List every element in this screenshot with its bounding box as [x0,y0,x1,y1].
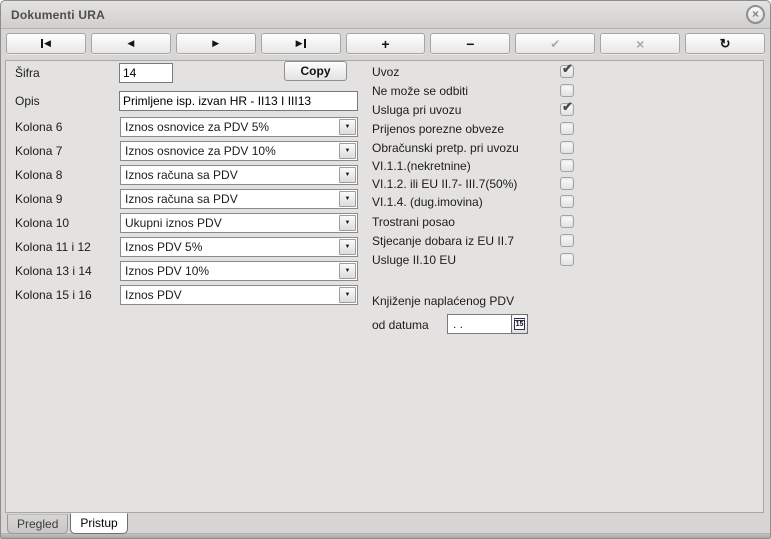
check-icon: ✔ [562,100,573,113]
detail-panel: Šifra Copy Opis Kolona 6 Iznos osnovice … [5,60,764,513]
usluga-pri-uvozu-label: Usluga pri uvozu [372,103,461,117]
record-navigator-toolbar: ◀ ◀ ▶ ▶ + − ✔ × ↻ [6,33,765,54]
calendar-icon: 15 [514,318,525,330]
chevron-down-icon[interactable]: ▼ [339,215,356,231]
minus-icon: − [466,37,474,51]
copy-button[interactable]: Copy [284,61,347,81]
first-bar-icon [41,39,43,48]
insert-record-button[interactable]: + [346,33,426,54]
prior-record-icon: ◀ [127,39,134,48]
kolona13-14-value: Iznos PDV 10% [125,264,209,278]
kolona8-value: Iznos računa sa PDV [125,168,238,182]
date-value: . . [453,317,463,331]
kolona11-12-label: Kolona 11 i 12 [15,240,91,254]
first-record-icon: ◀ [44,39,51,48]
kolona6-label: Kolona 6 [15,120,62,134]
kolona8-label: Kolona 8 [15,168,62,182]
nav-prior-button[interactable]: ◀ [91,33,171,54]
kolona10-value: Ukupni iznos PDV [125,216,222,230]
title-bar: Dokumenti URA × [1,1,770,29]
chevron-down-icon[interactable]: ▼ [339,287,356,303]
ne-moze-se-odbiti-checkbox[interactable] [560,84,574,97]
kolona7-label: Kolona 7 [15,144,62,158]
uvoz-checkbox[interactable]: ✔ [560,65,574,78]
opis-label: Opis [15,94,40,108]
chevron-down-icon[interactable]: ▼ [339,119,356,135]
kolona11-12-value: Iznos PDV 5% [125,240,202,254]
kolona15-16-label: Kolona 15 i 16 [15,288,92,302]
uvoz-label: Uvoz [372,65,399,79]
refresh-button[interactable]: ↻ [685,33,765,54]
plus-icon: + [381,37,389,51]
nav-next-button[interactable]: ▶ [176,33,256,54]
vi12-eu-checkbox[interactable] [560,177,574,190]
kolona11-12-select[interactable]: Iznos PDV 5% ▼ [120,237,358,257]
vi11-nekretnine-label: VI.1.1.(nekretnine) [372,159,471,173]
kolona10-label: Kolona 10 [15,216,69,230]
kolona13-14-label: Kolona 13 i 14 [15,264,92,278]
od-datuma-label: od datuma [372,318,429,332]
next-record-icon: ▶ [212,39,219,48]
knjizenje-heading: Knjiženje naplaćenog PDV [372,294,514,308]
usluga-pri-uvozu-checkbox[interactable]: ✔ [560,103,574,116]
chevron-down-icon[interactable]: ▼ [339,239,356,255]
kolona9-select[interactable]: Iznos računa sa PDV ▼ [120,189,358,209]
last-record-icon: ▶ [296,39,303,48]
kolona7-select[interactable]: Iznos osnovice za PDV 10% ▼ [120,141,358,161]
prijenos-porezne-obveze-checkbox[interactable] [560,122,574,135]
kolona6-select[interactable]: Iznos osnovice za PDV 5% ▼ [120,117,358,137]
nav-last-button[interactable]: ▶ [261,33,341,54]
sifra-label: Šifra [15,66,40,80]
kolona6-value: Iznos osnovice za PDV 5% [125,120,269,134]
stjecanje-dobara-checkbox[interactable] [560,234,574,247]
checkmark-icon: ✔ [550,38,560,50]
vi11-nekretnine-checkbox[interactable] [560,159,574,172]
cross-icon: × [636,37,644,51]
refresh-icon: ↻ [720,37,731,50]
ne-moze-se-odbiti-label: Ne može se odbiti [372,84,468,98]
post-record-button[interactable]: ✔ [515,33,595,54]
vi12-eu-label: VI.1.2. ili EU II.7- III.7(50%) [372,177,517,191]
check-icon: ✔ [562,62,573,75]
obracunski-pretp-label: Obračunski pretp. pri uvozu [372,141,519,155]
stjecanje-dobara-label: Stjecanje dobara iz EU II.7 [372,234,514,248]
kolona10-select[interactable]: Ukupni iznos PDV ▼ [120,213,358,233]
kolona15-16-value: Iznos PDV [125,288,182,302]
tab-pregled[interactable]: Pregled [7,514,68,534]
chevron-down-icon[interactable]: ▼ [339,167,356,183]
trostrani-posao-checkbox[interactable] [560,215,574,228]
usluge-ii10-eu-checkbox[interactable] [560,253,574,266]
bottom-tab-bar: Pregled Pristup [7,514,128,534]
kolona9-value: Iznos računa sa PDV [125,192,238,206]
kolona15-16-select[interactable]: Iznos PDV ▼ [120,285,358,305]
nav-first-button[interactable]: ◀ [6,33,86,54]
cancel-record-button[interactable]: × [600,33,680,54]
delete-record-button[interactable]: − [430,33,510,54]
obracunski-pretp-checkbox[interactable] [560,141,574,154]
od-datuma-date-field[interactable]: . . 15 [447,314,528,334]
last-bar-icon [304,39,306,48]
kolona13-14-select[interactable]: Iznos PDV 10% ▼ [120,261,358,281]
usluge-ii10-eu-label: Usluge II.10 EU [372,253,456,267]
tab-pristup[interactable]: Pristup [70,513,127,534]
close-icon[interactable]: × [746,5,765,24]
window-title: Dokumenti URA [11,8,105,22]
chevron-down-icon[interactable]: ▼ [339,263,356,279]
trostrani-posao-label: Trostrani posao [372,215,455,229]
vi14-dug-imovina-checkbox[interactable] [560,195,574,208]
sifra-input[interactable] [119,63,173,83]
vi14-dug-imovina-label: VI.1.4. (dug.imovina) [372,195,483,209]
kolona8-select[interactable]: Iznos računa sa PDV ▼ [120,165,358,185]
kolona7-value: Iznos osnovice za PDV 10% [125,144,276,158]
dialog-dokumenti-ura: Dokumenti URA × ◀ ◀ ▶ ▶ + − ✔ × ↻ [0,0,771,539]
prijenos-porezne-obveze-label: Prijenos porezne obveze [372,122,504,136]
chevron-down-icon[interactable]: ▼ [339,191,356,207]
calendar-picker-button[interactable]: 15 [511,314,528,334]
chevron-down-icon[interactable]: ▼ [339,143,356,159]
kolona9-label: Kolona 9 [15,192,62,206]
opis-input[interactable] [119,91,358,111]
